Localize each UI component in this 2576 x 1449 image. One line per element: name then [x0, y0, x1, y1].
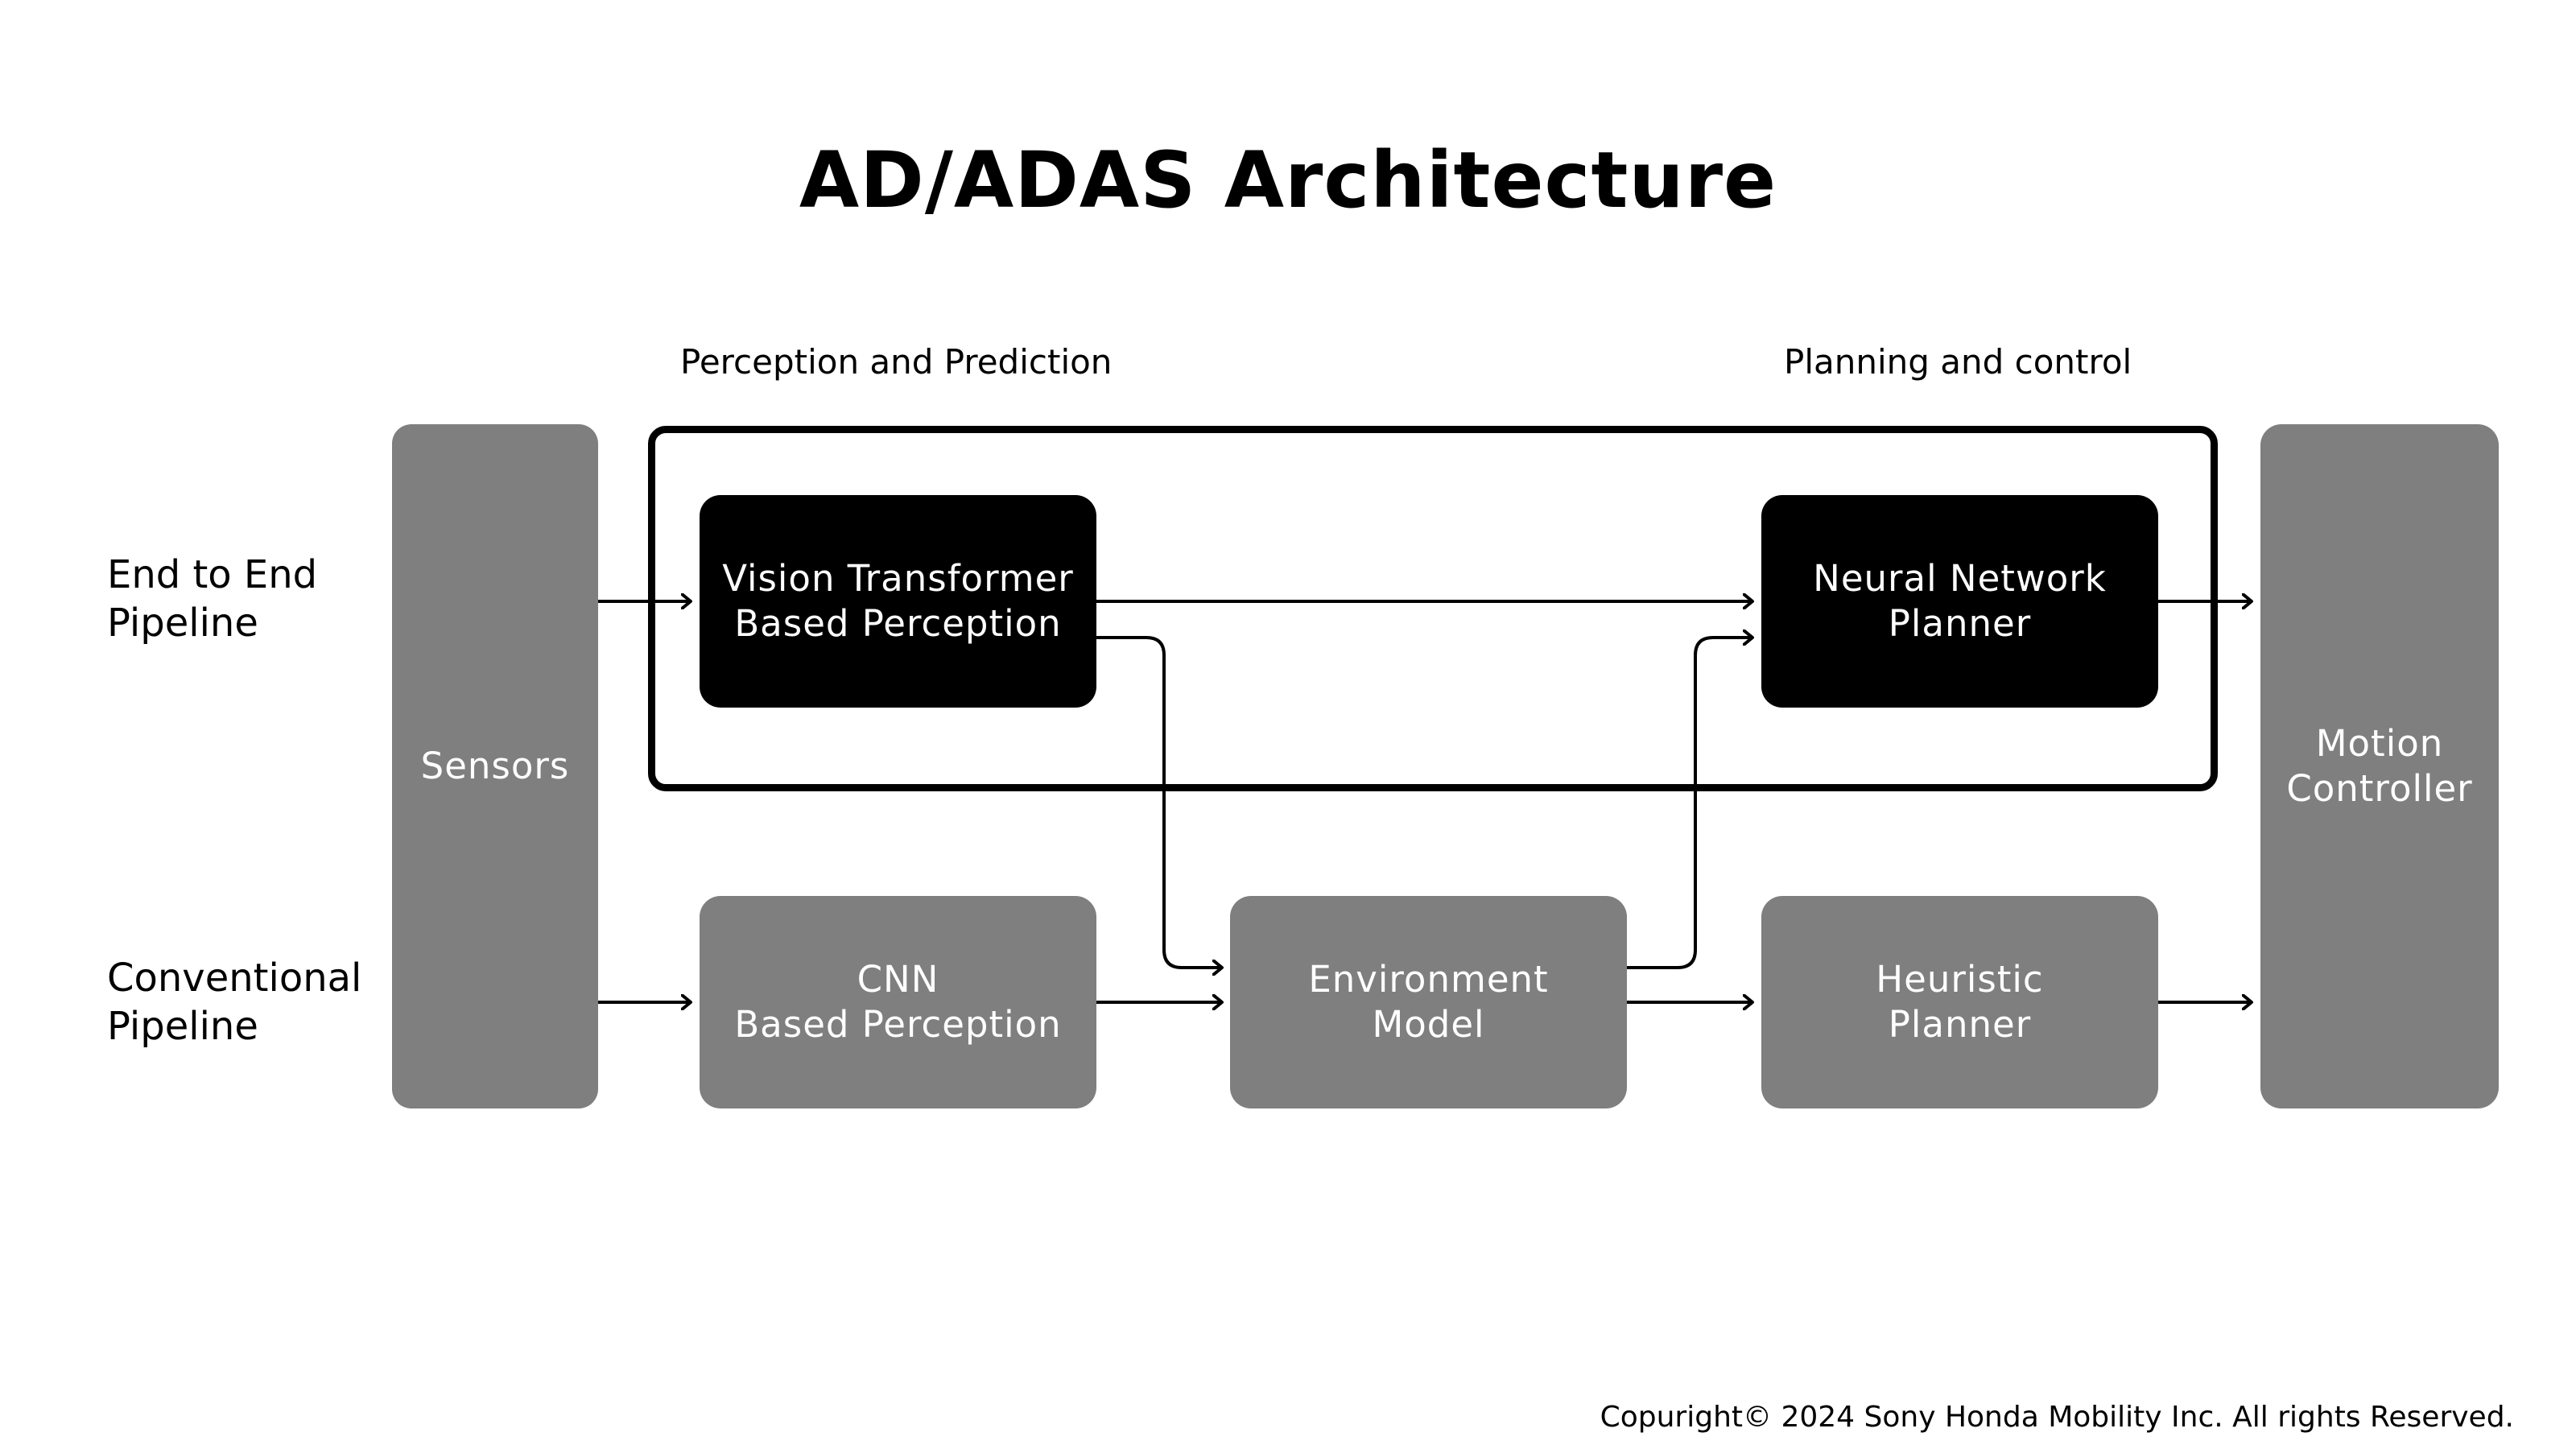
node-cnn-perception: CNN Based Perception [700, 896, 1096, 1108]
edge-vit-to-environment-model [1096, 636, 1222, 968]
node-environment-model: Environment Model [1230, 896, 1627, 1108]
node-sensors: Sensors [392, 424, 598, 1108]
node-motion-controller-label: Motion Controller [2286, 722, 2473, 810]
node-nn-planner: Neural Network Planner [1761, 495, 2158, 708]
edge-environment-model-to-nn-planner [1626, 638, 1752, 969]
node-heuristic-planner: Heuristic Planner [1761, 896, 2158, 1108]
node-motion-controller: Motion Controller [2260, 424, 2499, 1108]
node-nn-planner-label: Neural Network Planner [1813, 557, 2107, 645]
node-sensors-label: Sensors [420, 745, 570, 787]
node-heuristic-planner-label: Heuristic Planner [1876, 958, 2044, 1046]
node-vit-perception-label: Vision Transformer Based Perception [722, 557, 1074, 645]
connector-layer [598, 0, 2576, 1449]
node-vit-perception: Vision Transformer Based Perception [700, 495, 1096, 708]
node-environment-model-label: Environment Model [1308, 958, 1549, 1046]
node-cnn-perception-label: CNN Based Perception [734, 958, 1062, 1046]
copyright-notice: Copuright© 2024 Sony Honda Mobility Inc.… [1600, 1401, 2514, 1434]
